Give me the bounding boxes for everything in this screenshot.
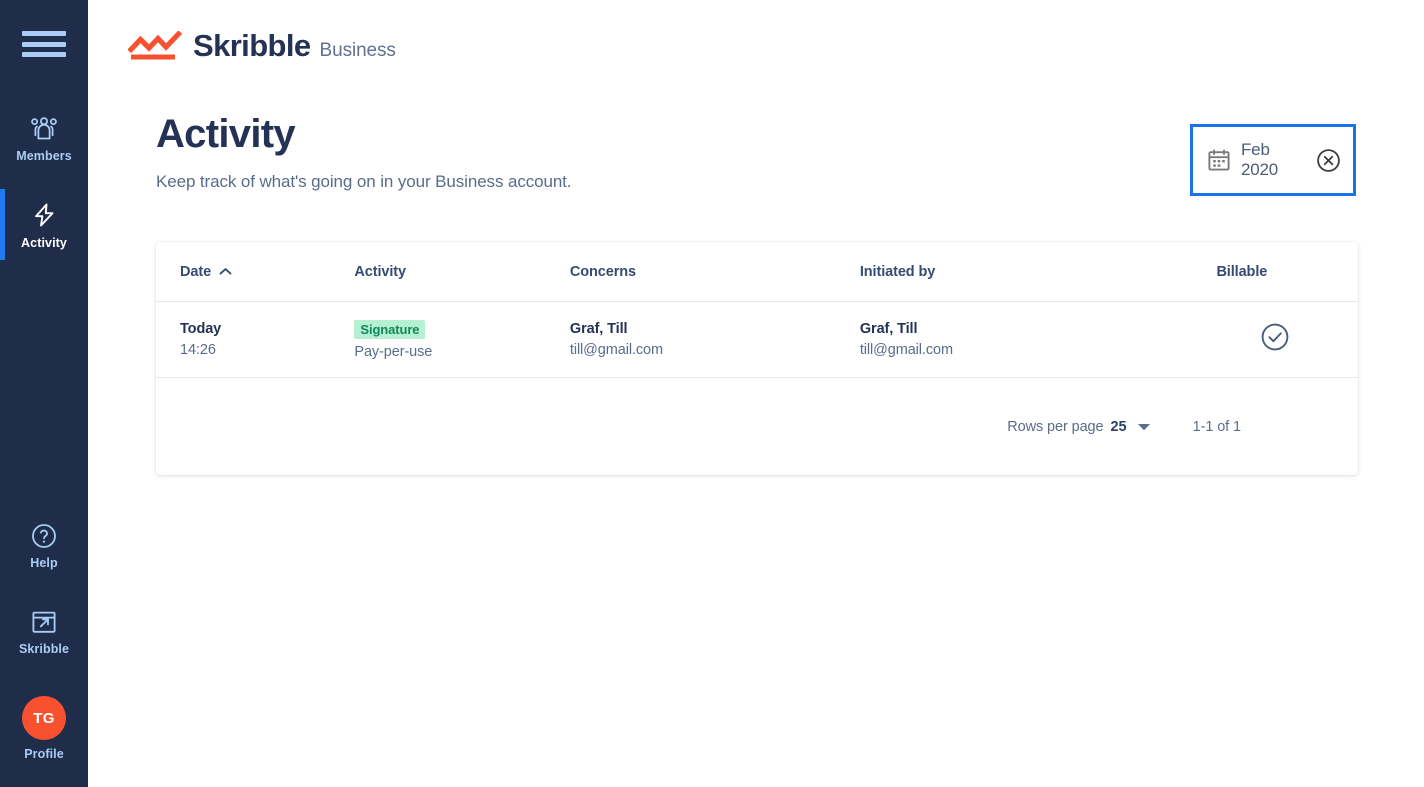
sidebar-item-activity[interactable]: Activity [0,189,88,260]
hamburger-menu-icon[interactable] [22,27,66,61]
brand-name: Skribble [193,28,311,64]
sidebar-item-label: Skribble [19,642,69,656]
column-header-initiated-by[interactable]: Initiated by [860,264,1217,280]
table-body: Today 14:26 Signature Pay-per-use Graf, … [156,302,1358,378]
question-circle-icon [31,523,57,549]
column-header-label: Initiated by [860,264,935,280]
avatar: TG [22,696,66,740]
hamburger-bar [22,52,66,57]
row-concerns-email: till@gmail.com [570,342,860,358]
row-date-time: 14:26 [180,342,354,358]
row-initiated-email: till@gmail.com [860,342,1217,358]
sidebar: Members Activity Help [0,0,88,787]
brand-logo[interactable]: Skribble Business [128,26,396,64]
date-filter-chip[interactable]: Feb 2020 [1190,124,1356,196]
column-header-label: Billable [1216,264,1267,280]
sidebar-item-label: Activity [21,236,67,250]
rows-per-page-value[interactable]: 25 [1110,419,1126,435]
hamburger-bar [22,42,66,47]
sidebar-item-label: Help [30,556,58,570]
sidebar-secondary-nav: Help Skribble TG Profile [0,511,88,787]
date-filter-value: Feb 2020 [1241,140,1306,180]
calendar-icon [1207,148,1231,172]
rows-per-page-label: Rows per page [1007,419,1103,435]
column-header-activity[interactable]: Activity [354,264,570,280]
cell-initiated-by: Graf, Till till@gmail.com [860,321,1217,358]
sidebar-item-label: Profile [24,747,64,761]
row-initiated-name: Graf, Till [860,321,1217,337]
sidebar-item-label: Members [16,149,72,163]
activity-table: Date Activity Concerns Initiated by Bill… [156,242,1358,475]
page-subtitle: Keep track of what's going on in your Bu… [156,172,571,192]
row-concerns-name: Graf, Till [570,321,860,337]
status-badge: Signature [354,320,425,339]
table-header-row: Date Activity Concerns Initiated by Bill… [156,242,1358,302]
column-header-label: Concerns [570,264,636,280]
row-date-primary: Today [180,321,354,337]
external-link-window-icon [31,610,57,635]
chart-line-logo-icon [128,31,184,61]
lightning-bolt-icon [30,201,58,229]
sidebar-primary-nav: Members Activity [0,104,88,260]
column-header-label: Date [180,264,211,280]
close-circle-icon[interactable] [1316,148,1341,173]
caret-down-icon[interactable] [1137,422,1151,431]
cell-date: Today 14:26 [180,321,354,358]
sidebar-item-skribble[interactable]: Skribble [0,598,88,666]
cell-activity: Signature Pay-per-use [354,320,570,360]
column-header-concerns[interactable]: Concerns [570,264,860,280]
table-row[interactable]: Today 14:26 Signature Pay-per-use Graf, … [156,302,1358,378]
hamburger-bar [22,31,66,36]
pagination-range: 1-1 of 1 [1193,419,1241,435]
cell-billable [1216,322,1334,357]
column-header-label: Activity [354,264,406,280]
page-title: Activity [156,112,295,157]
sidebar-item-members[interactable]: Members [0,104,88,173]
row-activity-plan: Pay-per-use [354,344,570,360]
brand-suffix: Business [320,40,396,62]
column-header-billable[interactable]: Billable [1216,264,1334,280]
cell-concerns: Graf, Till till@gmail.com [570,321,860,358]
sidebar-item-profile[interactable]: TG Profile [0,684,88,771]
column-header-date[interactable]: Date [180,264,354,280]
table-pagination: Rows per page 25 1-1 of 1 [156,378,1358,475]
check-circle-icon [1260,322,1290,357]
people-group-icon [29,116,59,142]
caret-up-icon[interactable] [219,267,232,276]
main-content: Skribble Business Activity Keep track of… [88,0,1424,787]
sidebar-item-help[interactable]: Help [0,511,88,580]
